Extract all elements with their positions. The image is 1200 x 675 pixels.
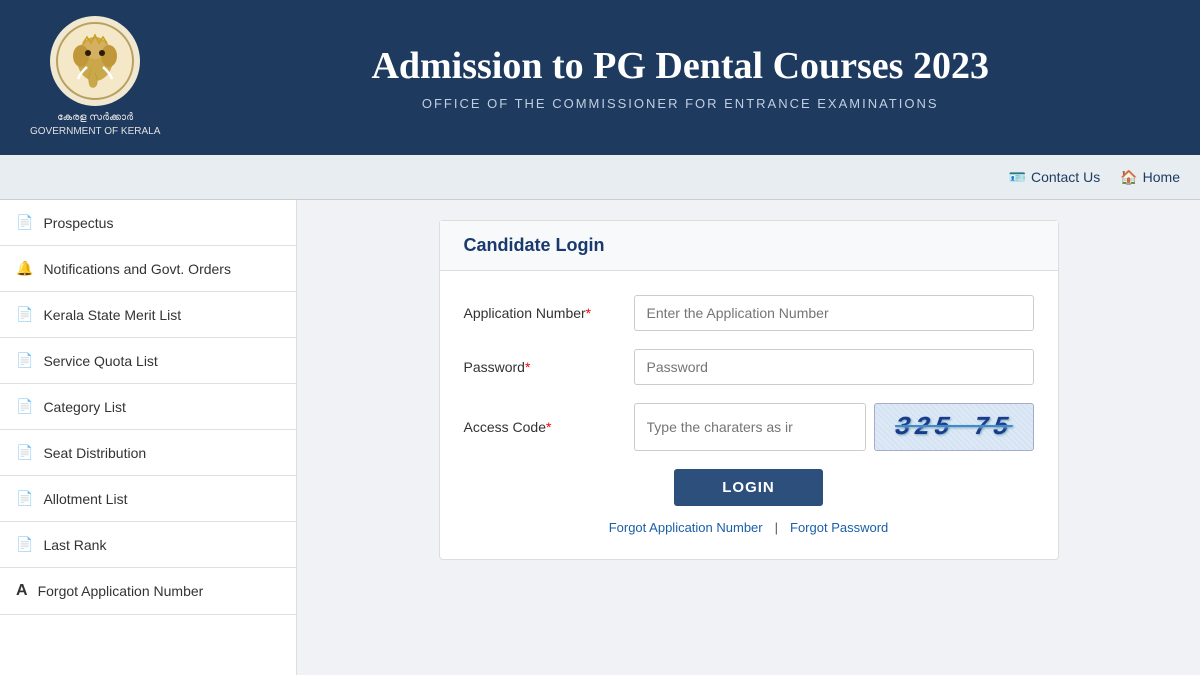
sidebar-item-last-rank[interactable]: 📄 Last Rank: [0, 522, 296, 568]
login-title: Candidate Login: [464, 235, 1034, 256]
forgot-password-link[interactable]: Forgot Password: [790, 520, 888, 535]
login-box: Candidate Login Application Number* Pass…: [439, 220, 1059, 560]
main-layout: 📄 Prospectus 🔔 Notifications and Govt. O…: [0, 200, 1200, 675]
logo-area: കേരള സർക്കാർ GOVERNMENT OF KERALA: [30, 16, 160, 139]
sidebar-item-prospectus[interactable]: 📄 Prospectus: [0, 200, 296, 246]
contact-icon: 🪪: [1009, 169, 1026, 186]
navbar: 🪪 Contact Us 🏠 Home: [0, 155, 1200, 200]
bell-icon: 🔔: [16, 260, 33, 277]
access-code-input[interactable]: [634, 403, 866, 451]
home-link[interactable]: 🏠 Home: [1120, 169, 1180, 186]
document-icon-5: 📄: [16, 444, 33, 461]
sidebar-item-merit-list[interactable]: 📄 Kerala State Merit List: [0, 292, 296, 338]
header: കേരള സർക്കാർ GOVERNMENT OF KERALA Admiss…: [0, 0, 1200, 155]
forgot-app-link[interactable]: Forgot Application Number: [609, 520, 763, 535]
access-code-inputs: 325 75: [634, 403, 1034, 451]
logo-text: കേരള സർക്കാർ GOVERNMENT OF KERALA: [30, 111, 160, 139]
sidebar-item-service-quota[interactable]: 📄 Service Quota List: [0, 338, 296, 384]
main-title: Admission to PG Dental Courses 2023: [190, 44, 1170, 88]
password-label: Password*: [464, 359, 634, 375]
header-title: Admission to PG Dental Courses 2023 OFFI…: [190, 44, 1170, 111]
sidebar-item-seat-distribution[interactable]: 📄 Seat Distribution: [0, 430, 296, 476]
password-row: Password*: [464, 349, 1034, 385]
sidebar: 📄 Prospectus 🔔 Notifications and Govt. O…: [0, 200, 297, 675]
required-star-app: *: [586, 305, 591, 321]
home-icon: 🏠: [1120, 169, 1137, 186]
captcha-image: 325 75: [874, 403, 1034, 451]
main-subtitle: OFFICE OF THE COMMISSIONER FOR ENTRANCE …: [190, 96, 1170, 111]
app-number-label: Application Number*: [464, 305, 634, 321]
document-icon-7: 📄: [16, 536, 33, 553]
login-button[interactable]: LOGIN: [674, 469, 823, 506]
document-icon-3: 📄: [16, 352, 33, 369]
forgot-icon: A: [16, 582, 28, 600]
forgot-divider: |: [775, 520, 778, 535]
document-icon: 📄: [16, 214, 33, 231]
content-area: Candidate Login Application Number* Pass…: [297, 200, 1200, 675]
sidebar-item-forgot-app[interactable]: A Forgot Application Number: [0, 568, 296, 615]
forgot-links: Forgot Application Number | Forgot Passw…: [464, 520, 1034, 535]
access-code-row: Access Code* 325 75: [464, 403, 1034, 451]
password-input[interactable]: [634, 349, 1034, 385]
sidebar-item-notifications[interactable]: 🔔 Notifications and Govt. Orders: [0, 246, 296, 292]
sidebar-item-category-list[interactable]: 📄 Category List: [0, 384, 296, 430]
contact-us-link[interactable]: 🪪 Contact Us: [1009, 169, 1101, 186]
app-number-input[interactable]: [634, 295, 1034, 331]
document-icon-4: 📄: [16, 398, 33, 415]
login-btn-row: LOGIN: [464, 469, 1034, 506]
access-code-label: Access Code*: [464, 419, 634, 435]
required-star-pwd: *: [525, 359, 530, 375]
login-body: Application Number* Password* Access Cod…: [440, 271, 1058, 559]
required-star-access: *: [546, 419, 551, 435]
document-icon-2: 📄: [16, 306, 33, 323]
sidebar-item-allotment-list[interactable]: 📄 Allotment List: [0, 476, 296, 522]
app-number-row: Application Number*: [464, 295, 1034, 331]
document-icon-6: 📄: [16, 490, 33, 507]
logo-emblem: [50, 16, 140, 106]
login-header: Candidate Login: [440, 221, 1058, 271]
